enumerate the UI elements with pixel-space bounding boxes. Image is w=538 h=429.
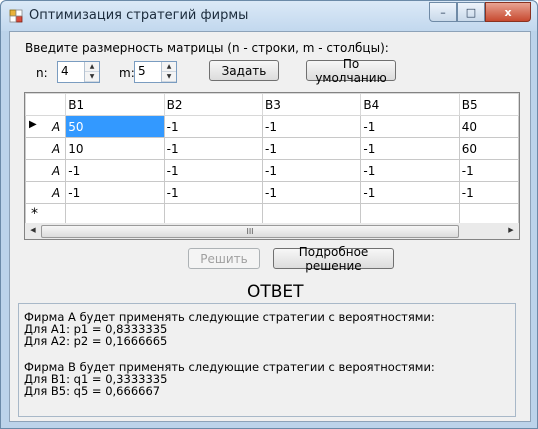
cell[interactable]: 10 xyxy=(65,137,165,160)
corner-cell[interactable] xyxy=(25,93,67,116)
matrix-grid[interactable]: B1 B2 B3 B4 B5 ▶ A 50 -1 -1 -1 40 A 10 -… xyxy=(24,92,520,240)
cell[interactable]: -1 xyxy=(261,181,362,204)
cell[interactable]: -1 xyxy=(163,137,264,160)
table-row: A 10 -1 -1 -1 60 xyxy=(25,137,519,160)
cell[interactable]: 40 xyxy=(458,115,519,138)
cell[interactable]: -1 xyxy=(458,181,519,204)
default-button[interactable]: По умолчанию xyxy=(306,57,396,85)
m-down-icon[interactable]: ▼ xyxy=(162,72,176,82)
horizontal-scrollbar[interactable]: ◀ III ▶ xyxy=(24,223,520,240)
answer-line: Для В5: q5 = 0,666667 xyxy=(24,384,161,398)
app-window: Оптимизация стратегий фирмы – □ x Введит… xyxy=(0,0,538,429)
cell[interactable]: -1 xyxy=(261,137,362,160)
row-label: A xyxy=(52,142,61,156)
row-label: A xyxy=(52,164,61,178)
column-header[interactable]: B4 xyxy=(360,93,460,116)
detailed-solution-button[interactable]: Подробное решение xyxy=(273,245,394,273)
row-header[interactable]: A xyxy=(25,181,67,204)
window-title: Оптимизация стратегий фирмы xyxy=(29,8,249,23)
cell[interactable]: -1 xyxy=(458,159,519,182)
n-stepper[interactable]: 4 ▲ ▼ xyxy=(57,61,100,83)
cell[interactable]: -1 xyxy=(163,159,264,182)
table-row: A -1 -1 -1 -1 -1 xyxy=(25,159,519,182)
cell[interactable]: 60 xyxy=(458,137,519,160)
scroll-left-icon[interactable]: ◀ xyxy=(27,225,39,236)
cell[interactable]: -1 xyxy=(360,159,460,182)
answer-line: Для А2: p2 = 0,1666665 xyxy=(24,334,168,348)
m-stepper[interactable]: 5 ▲ ▼ xyxy=(134,61,177,83)
n-label: n: xyxy=(36,66,48,80)
window-controls: – □ x xyxy=(429,2,531,22)
cell[interactable]: -1 xyxy=(163,181,264,204)
close-button[interactable]: x xyxy=(485,2,531,22)
n-value[interactable]: 4 xyxy=(61,64,69,78)
cell[interactable]: -1 xyxy=(360,137,460,160)
column-header[interactable]: B2 xyxy=(163,93,264,116)
matrix-table: B1 B2 B3 B4 B5 ▶ A 50 -1 -1 -1 40 A 10 -… xyxy=(25,93,519,226)
maximize-button[interactable]: □ xyxy=(457,2,485,22)
cell[interactable]: -1 xyxy=(360,181,460,204)
m-label: m: xyxy=(119,66,135,80)
row-header[interactable]: ▶ A xyxy=(25,115,67,138)
row-label: A xyxy=(52,186,61,200)
m-up-icon[interactable]: ▲ xyxy=(162,62,176,72)
title-bar[interactable]: Оптимизация стратегий фирмы – □ x xyxy=(1,1,537,31)
app-icon xyxy=(9,9,23,23)
header-row: B1 B2 B3 B4 B5 xyxy=(25,93,519,116)
m-spin-buttons[interactable]: ▲ ▼ xyxy=(161,62,176,82)
cell[interactable]: -1 xyxy=(261,159,362,182)
new-row-icon: * xyxy=(31,206,38,222)
row-header[interactable]: A xyxy=(25,137,67,160)
n-down-icon[interactable]: ▼ xyxy=(85,72,99,82)
dimension-prompt: Введите размерность матрицы (n - строки,… xyxy=(25,41,389,55)
scroll-thumb[interactable]: III xyxy=(41,225,459,238)
table-row: ▶ A 50 -1 -1 -1 40 xyxy=(25,115,519,138)
column-header[interactable]: B1 xyxy=(65,93,165,116)
set-button[interactable]: Задать xyxy=(209,60,279,81)
column-header[interactable]: B3 xyxy=(261,93,362,116)
cell[interactable]: 50 xyxy=(65,115,165,138)
cell[interactable]: -1 xyxy=(261,115,362,138)
scroll-right-icon[interactable]: ▶ xyxy=(505,225,517,236)
m-value[interactable]: 5 xyxy=(138,64,146,78)
table-row: A -1 -1 -1 -1 -1 xyxy=(25,181,519,204)
n-spin-buttons[interactable]: ▲ ▼ xyxy=(84,62,99,82)
form-client-area: Введите размерность матрицы (n - строки,… xyxy=(9,31,531,422)
minimize-button[interactable]: – xyxy=(429,2,457,22)
answer-heading: ОТВЕТ xyxy=(247,282,304,302)
cell[interactable]: -1 xyxy=(65,159,165,182)
cell[interactable]: -1 xyxy=(163,115,264,138)
row-label: A xyxy=(52,120,61,134)
cell[interactable]: -1 xyxy=(360,115,460,138)
column-header[interactable]: B5 xyxy=(458,93,519,116)
solve-button[interactable]: Решить xyxy=(188,248,260,269)
cell[interactable]: -1 xyxy=(65,181,165,204)
answer-textbox[interactable]: Фирма А будет применять следующие страте… xyxy=(18,303,516,417)
n-up-icon[interactable]: ▲ xyxy=(85,62,99,72)
current-row-icon: ▶ xyxy=(29,119,37,130)
row-header[interactable]: A xyxy=(25,159,67,182)
